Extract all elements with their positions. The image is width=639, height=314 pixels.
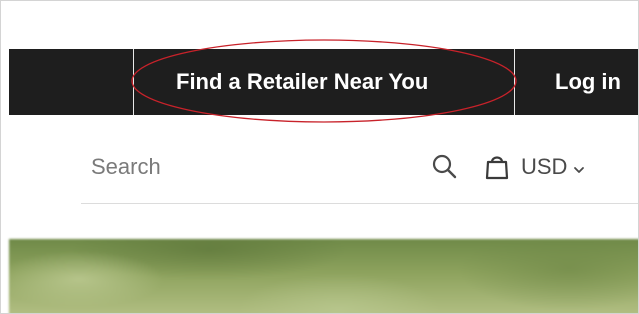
shopping-bag-icon[interactable] — [481, 151, 513, 183]
page-frame: Find a Retailer Near You Log in USD — [0, 0, 639, 314]
find-retailer-link[interactable]: Find a Retailer Near You — [176, 49, 428, 115]
login-link[interactable]: Log in — [555, 49, 621, 115]
search-icon[interactable] — [429, 151, 461, 183]
currency-selector[interactable]: USD — [521, 142, 585, 192]
currency-label: USD — [521, 154, 568, 179]
search-input[interactable] — [81, 142, 411, 192]
search-underline — [81, 203, 638, 204]
top-bar: Find a Retailer Near You Log in — [9, 49, 638, 115]
chevron-down-icon — [573, 143, 585, 193]
search-bar: USD — [81, 142, 638, 204]
topbar-divider — [133, 49, 134, 115]
hero-image — [9, 239, 638, 313]
topbar-divider — [514, 49, 515, 115]
